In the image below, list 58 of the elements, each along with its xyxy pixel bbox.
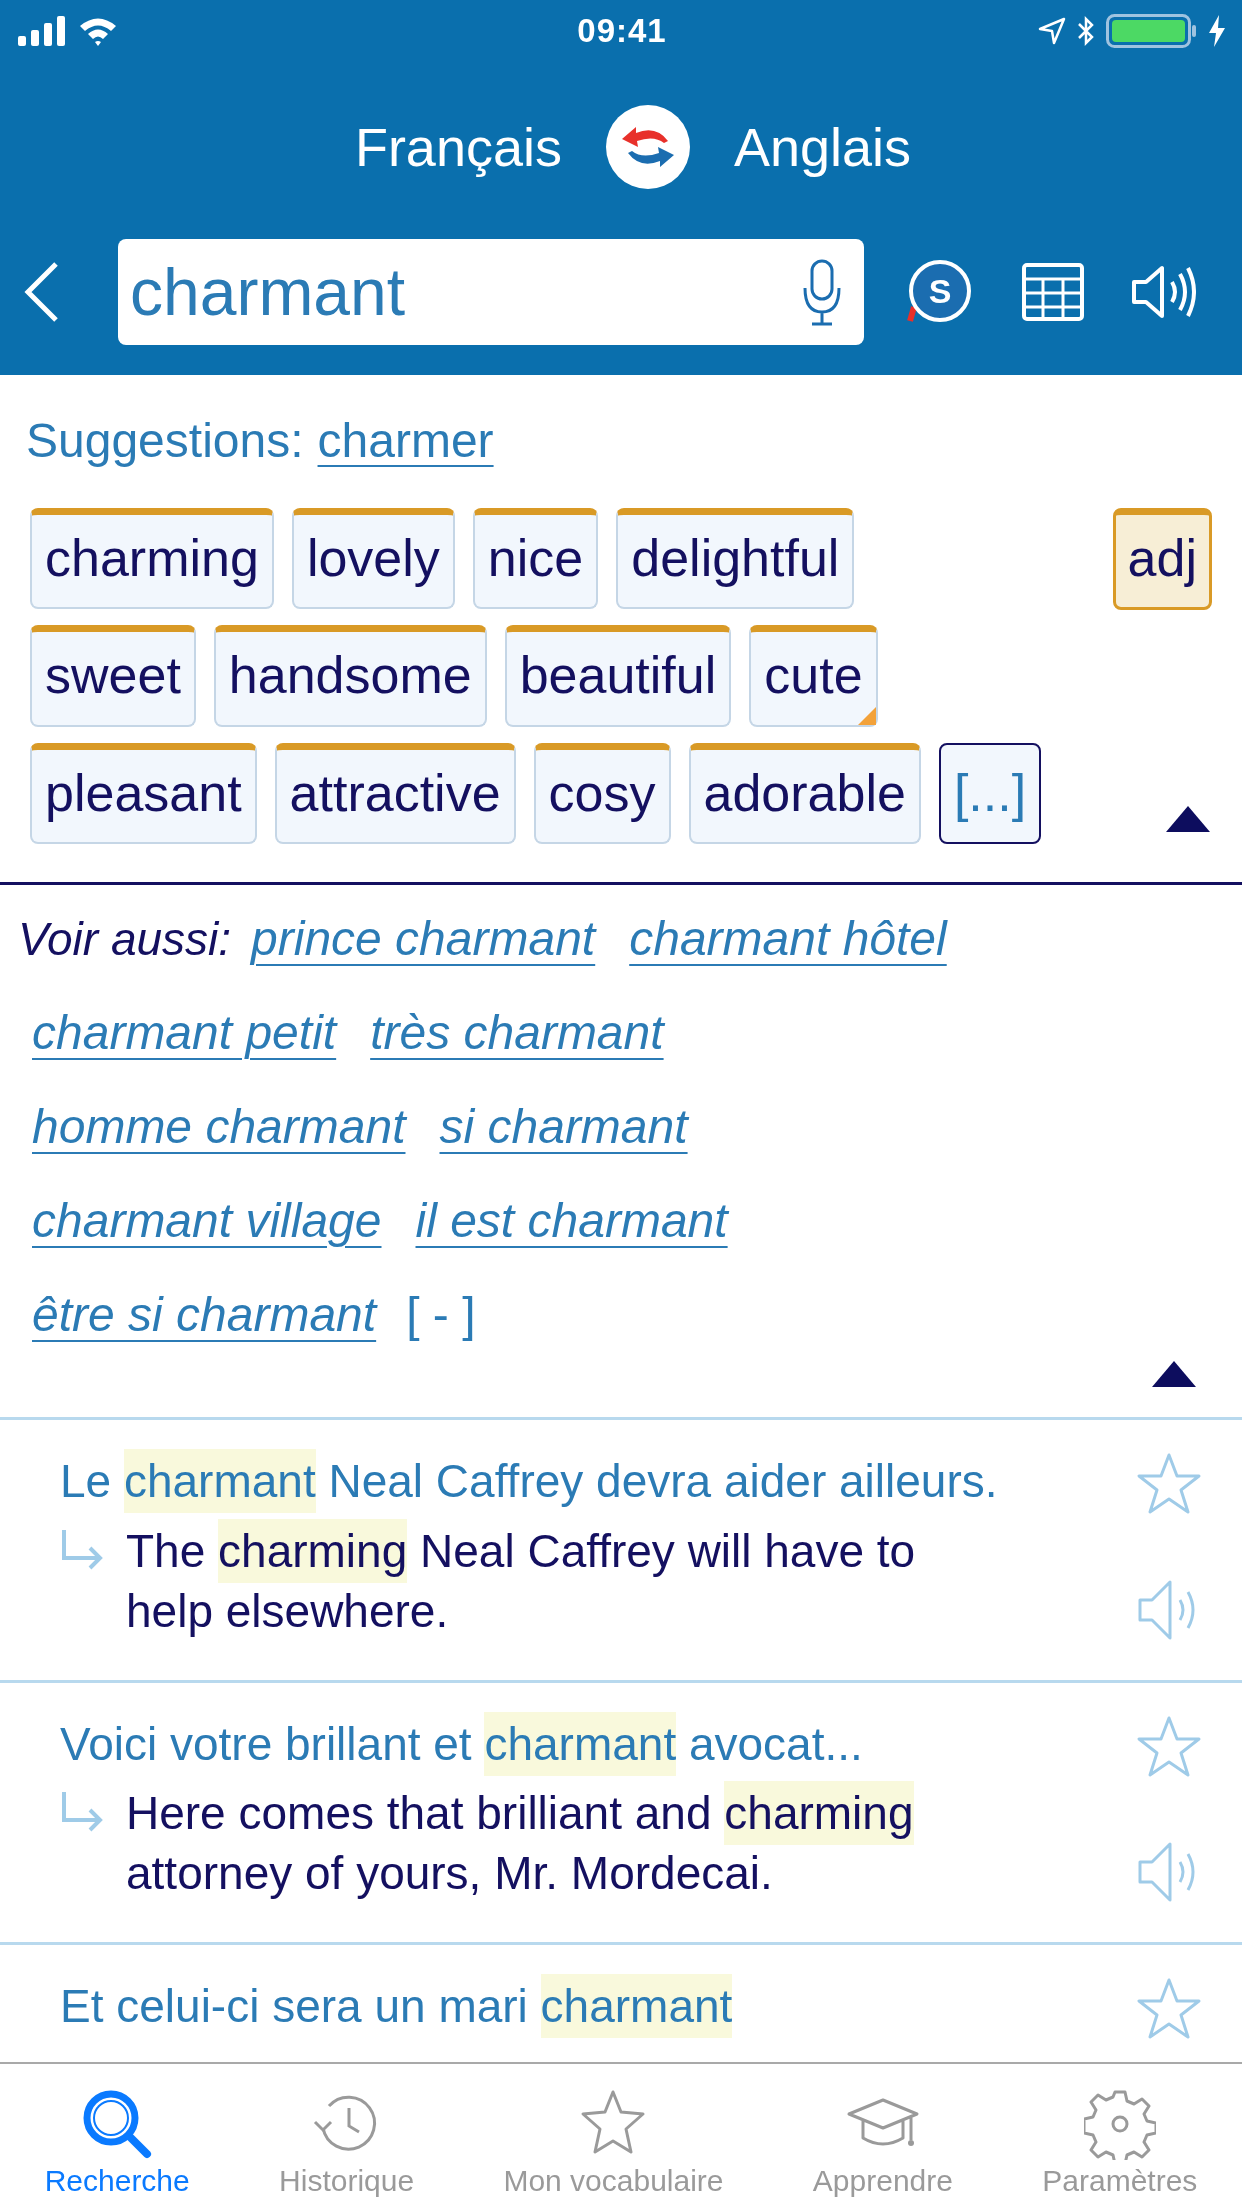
example-sentence: Le charmant Neal Caffrey devra aider ailleurs. [60,1452,1120,1512]
see-also-link[interactable]: si charmant [439,1099,688,1155]
settings-icon [1083,2088,1156,2160]
translation-tag[interactable]: handsome [213,625,487,727]
suggestions-label: Suggestions: [26,413,304,468]
collapse-triangle-icon[interactable] [1150,1359,1198,1390]
see-also-link[interactable]: charmant petit [32,1005,337,1061]
example-translation: Here comes that brilliant and charming attorney of yours, Mr. Mordecai. [126,1784,1006,1904]
battery-icon [1106,14,1198,48]
collapse-triangle-icon[interactable] [1164,804,1212,835]
search-field[interactable]: charmant [118,239,864,345]
tab-item[interactable]: Paramètres [1042,2088,1198,2198]
star-icon[interactable] [1136,1976,1202,2041]
status-time: 09:41 [577,12,667,50]
signal-icon [18,16,68,46]
translation-tag[interactable]: pleasant [30,742,257,845]
translation-tag[interactable]: cute [749,625,878,727]
translation-tag[interactable]: adorable [688,742,921,845]
tab-item[interactable]: Apprendre [812,2088,953,2198]
translation-tag[interactable]: charming [30,508,274,610]
see-also-link[interactable]: charmant hôtel [629,911,947,967]
translation-tag[interactable]: beautiful [504,625,732,727]
star-icon[interactable] [1136,1714,1202,1779]
example-sentence: Et celui-ci sera un mari charmant [60,1976,1120,2037]
charging-icon [1208,15,1226,47]
see-also-link[interactable]: prince charmant [251,911,596,967]
translation-tag[interactable]: nice [472,508,599,610]
see-also-link[interactable]: charmant village [32,1193,382,1249]
translation-tag[interactable]: delightful [616,508,855,610]
translation-tag[interactable]: sweet [30,625,196,727]
see-also-link[interactable]: il est charmant [415,1193,728,1249]
speaker-icon[interactable] [1130,264,1196,320]
search-icon [81,2088,154,2160]
target-language[interactable]: Anglais [733,116,912,178]
suggestion-link[interactable]: charmer [317,413,494,468]
more-button[interactable]: [...] [938,742,1042,845]
tab-item[interactable]: Historique [279,2088,415,2198]
source-language[interactable]: Français [354,116,562,178]
tab-item[interactable]: Recherche [44,2088,190,2198]
bluetooth-icon [1076,15,1096,47]
s-bubble-icon[interactable]: S [906,259,972,325]
see-also-link[interactable]: homme charmant [32,1099,406,1155]
translation-tag[interactable]: attractive [274,742,516,845]
grid-icon[interactable] [1022,263,1084,321]
microphone-icon[interactable] [802,258,842,326]
part-of-speech-filter[interactable]: adj [1112,508,1212,611]
translation-tag[interactable]: lovely [291,508,455,610]
example-sentence: Voici votre brillant et charmant avocat... [60,1714,1120,1775]
collapse-link[interactable]: [ - ] [406,1287,476,1343]
see-also-label: Voir aussi: [18,912,232,967]
translation-tag[interactable]: cosy [533,742,671,845]
tab-item[interactable]: Mon vocabulaire [503,2088,724,2198]
location-icon [1038,17,1066,45]
wifi-icon [78,16,118,46]
see-also-link[interactable]: très charmant [370,1005,664,1061]
swap-languages-icon[interactable] [605,105,690,189]
see-also-link[interactable]: être si charmant [32,1287,377,1343]
example-translation: The charming Neal Caffrey will have to help elsewhere. [126,1521,1006,1642]
